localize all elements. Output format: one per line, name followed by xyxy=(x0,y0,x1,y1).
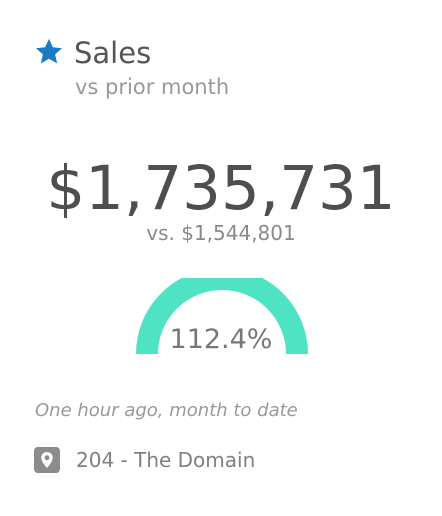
star-icon[interactable] xyxy=(34,37,64,67)
sales-value: $1,735,731 xyxy=(46,153,396,224)
widget-subtitle: vs prior month xyxy=(75,75,230,99)
widget-title: Sales xyxy=(74,36,152,70)
update-time: One hour ago, month to date xyxy=(35,400,298,421)
map-pin-icon xyxy=(34,447,60,473)
sales-widget: Sales vs prior month $1,735,731 vs. $1,5… xyxy=(0,0,442,516)
gauge-percent-label: 112.4% xyxy=(169,324,273,355)
location-label: 204 - The Domain xyxy=(76,448,256,472)
comparison-value: vs. $1,544,801 xyxy=(146,221,296,245)
